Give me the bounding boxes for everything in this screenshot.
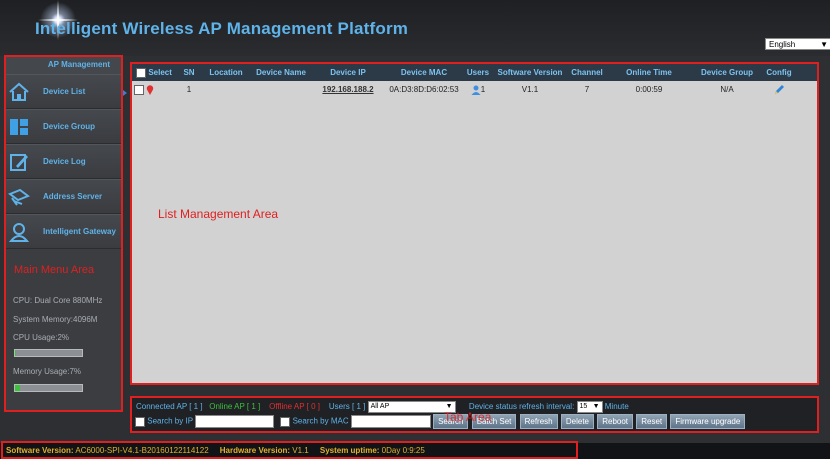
system-uptime-value: 0Day 0:9:25	[381, 446, 425, 455]
column-header: Location	[209, 68, 243, 77]
server-icon	[8, 188, 30, 206]
cell-software-version: V1.1	[521, 85, 539, 94]
reboot-button[interactable]: Reboot	[597, 414, 634, 429]
cell-location	[201, 81, 251, 99]
group-grid-icon	[10, 119, 28, 135]
search-mac-checkbox[interactable]	[280, 416, 291, 427]
column-header: Online Time	[626, 68, 672, 77]
tab-area-label: Tab Area	[444, 410, 492, 424]
firmware-upgrade-button[interactable]: Firmware upgrade	[670, 414, 746, 429]
cpu-usage-label: CPU Usage:2%	[13, 333, 70, 342]
software-version-value: AC6000-SPI-V4.1-B20160122114122	[75, 446, 209, 455]
location-pin-icon	[147, 85, 154, 95]
column-header: Device MAC	[400, 68, 448, 77]
cell-mac: 0A:D3:8D:D6:02:53	[389, 85, 459, 94]
sidebar-item-label: Address Server	[43, 192, 103, 201]
column-header: Device Name	[256, 68, 306, 77]
cpu-info: CPU: Dual Core 880MHz	[13, 296, 103, 305]
sidebar-item-label: Device Group	[43, 122, 96, 131]
language-select[interactable]: English ▼	[765, 38, 830, 50]
hardware-version-value: V1.1	[292, 446, 309, 455]
users-count: Users [ 1 ]	[328, 402, 366, 412]
main-menu: AP Management Device List Device Group D…	[4, 57, 122, 411]
cell-device-group: N/A	[720, 85, 734, 94]
column-header: SN	[183, 68, 195, 77]
ap-filter-select[interactable]: All AP ▼	[367, 401, 456, 413]
cpu-usage-bar	[14, 349, 83, 357]
cell-channel: 7	[584, 85, 590, 94]
hardware-version-label: Hardware Version:	[219, 446, 291, 455]
language-value: English	[769, 40, 796, 49]
search-ip-input[interactable]	[195, 415, 275, 428]
main-menu-area-label: Main Menu Area	[14, 264, 95, 276]
cpu-usage-fill	[15, 350, 17, 356]
gateway-user-icon	[8, 223, 30, 242]
home-icon	[9, 82, 29, 101]
row-checkbox[interactable]	[134, 84, 144, 95]
memory-usage-label: Memory Usage:7%	[13, 367, 82, 376]
refresh-unit-label: Minute	[604, 402, 629, 412]
row-select-cell	[131, 81, 177, 99]
footer-bar: Software Version: AC6000-SPI-V4.1-B20160…	[0, 443, 830, 459]
online-ap-count: Online AP [ 1 ]	[209, 402, 261, 412]
connected-ap-count: Connected AP [ 1 ]	[136, 402, 203, 412]
sidebar-item-label: Intelligent Gateway	[43, 227, 116, 236]
column-header-select[interactable]: Select	[131, 64, 177, 81]
device-list-panel: Select SN Location Device Name Device IP…	[131, 64, 817, 384]
cell-users: 1	[463, 81, 493, 99]
cell-sn: 1	[186, 85, 192, 94]
search-mac-input[interactable]	[350, 415, 431, 428]
system-uptime-label: System uptime:	[319, 446, 380, 455]
list-area-label: List Management Area	[158, 207, 279, 221]
sidebar-title: AP Management	[4, 57, 122, 74]
search-ip-checkbox[interactable]	[135, 416, 145, 427]
refresh-button[interactable]: Refresh	[519, 414, 558, 429]
table-row[interactable]: 1 192.168.188.2 0A:D3:8D:D6:02:53 1 V1.1…	[131, 81, 817, 99]
chevron-down-icon: ▼	[820, 40, 828, 49]
table-header: Select SN Location Device Name Device IP…	[131, 64, 817, 81]
active-row-marker-icon	[123, 90, 127, 96]
sidebar-item-intelligent-gateway[interactable]: Intelligent Gateway	[4, 214, 122, 249]
memory-usage-fill	[15, 385, 20, 391]
refresh-interval-select[interactable]: 15 ▼	[576, 401, 603, 413]
chevron-down-icon: ▼	[592, 403, 600, 410]
sidebar-item-device-log[interactable]: Device Log	[4, 144, 122, 179]
cell-online-time: 0:00:59	[635, 85, 663, 94]
config-button[interactable]	[763, 81, 795, 99]
cell-device-name	[251, 81, 311, 99]
memory-info: System Memory:4096M	[13, 315, 98, 324]
memory-usage-bar	[14, 384, 83, 392]
app-header: Intelligent Wireless AP Management Platf…	[0, 0, 830, 56]
column-header: Device Group	[700, 68, 753, 77]
sidebar-item-device-list[interactable]: Device List	[4, 74, 122, 109]
column-header: Users	[466, 68, 490, 77]
pencil-icon	[774, 85, 784, 95]
tab-area: Connected AP [ 1 ] Online AP [ 1 ] Offli…	[131, 398, 817, 431]
status-line: Connected AP [ 1 ] Online AP [ 1 ] Offli…	[136, 401, 629, 413]
column-header: Device IP	[330, 68, 366, 77]
device-ip-link[interactable]: 192.168.188.2	[311, 81, 385, 99]
sidebar-item-address-server[interactable]: Address Server	[4, 179, 122, 214]
search-ip-label: Search by IP	[147, 416, 193, 426]
software-version-label: Software Version:	[6, 446, 74, 455]
delete-button[interactable]: Delete	[560, 414, 594, 429]
select-all-checkbox[interactable]	[136, 67, 147, 78]
column-header: Config	[766, 68, 792, 77]
offline-ap-count: Offline AP [ 0 ]	[269, 402, 320, 412]
user-icon	[471, 85, 481, 95]
sidebar-item-device-group[interactable]: Device Group	[4, 109, 122, 144]
search-mac-label: Search by MAC	[292, 416, 349, 426]
reset-button[interactable]: Reset	[636, 414, 668, 429]
sidebar-item-label: Device Log	[43, 157, 86, 166]
app-title: Intelligent Wireless AP Management Platf…	[35, 19, 409, 38]
column-header: Channel	[571, 68, 603, 77]
column-header: Software Version	[497, 68, 563, 77]
sidebar-item-label: Device List	[43, 87, 86, 96]
log-edit-icon	[10, 154, 28, 171]
